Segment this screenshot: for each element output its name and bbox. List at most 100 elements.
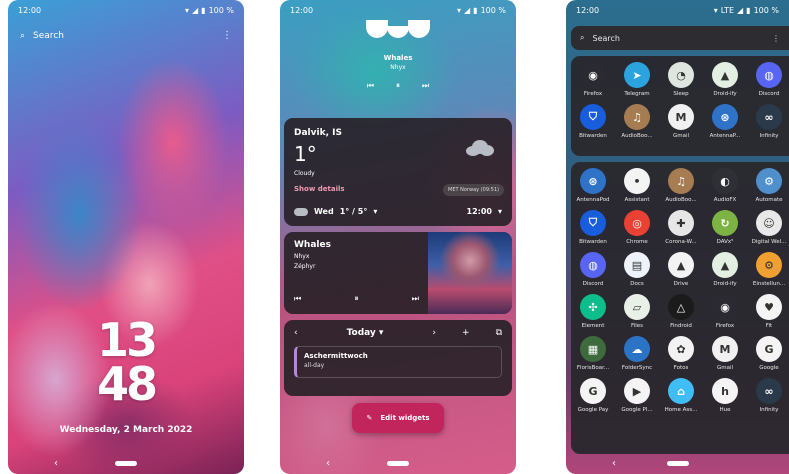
app-tile[interactable]: ◎ Chrome bbox=[615, 210, 659, 245]
app-label: Sleep bbox=[673, 91, 689, 97]
app-tile[interactable]: ▲ Droid-ify bbox=[703, 62, 747, 97]
chevron-down-icon[interactable]: ▾ bbox=[498, 207, 502, 216]
app-tile[interactable]: △ Findroid bbox=[659, 294, 703, 329]
weather-widget[interactable]: Dalvik, IS 1° Cloudy Show details MET No… bbox=[284, 118, 512, 226]
home-handle[interactable] bbox=[666, 460, 689, 466]
back-icon[interactable]: ‹ bbox=[54, 458, 58, 469]
chevron-right-icon[interactable]: › bbox=[432, 328, 436, 338]
home-handle[interactable] bbox=[387, 460, 409, 466]
clock-widget[interactable]: 13 48 bbox=[8, 313, 244, 411]
calendar-event[interactable]: Aschermittwoch all-day bbox=[294, 346, 502, 378]
more-menu-icon[interactable]: ⋮ bbox=[772, 34, 780, 43]
app-tile[interactable]: • Assistant bbox=[615, 168, 659, 203]
app-tile[interactable]: ∞ Infinity bbox=[747, 104, 789, 139]
app-tile[interactable]: h Hue bbox=[703, 378, 747, 413]
search-icon: ⌕ bbox=[580, 33, 585, 42]
app-tile[interactable]: ◉ Firefox bbox=[571, 62, 615, 97]
pause-icon[interactable]: ⏸ bbox=[396, 81, 400, 91]
app-tile[interactable]: ◍ Discord bbox=[747, 62, 789, 97]
gmail-icon: M bbox=[668, 104, 694, 130]
back-icon[interactable]: ‹ bbox=[612, 458, 616, 469]
app-label: Gmail bbox=[716, 365, 734, 371]
app-tile[interactable]: ⛉ Bitwarden bbox=[571, 210, 615, 245]
app-tile[interactable]: ♫ AudioBoo... bbox=[615, 104, 659, 139]
search-placeholder: Search bbox=[33, 30, 64, 41]
battery-icon: ▮ bbox=[473, 5, 478, 15]
app-tile[interactable]: ♫ AudioBoo... bbox=[659, 168, 703, 203]
app-tile[interactable]: ∞ Infinity bbox=[747, 378, 789, 413]
chevron-down-icon[interactable]: ▾ bbox=[373, 207, 377, 216]
bitwarden-icon: ⛉ bbox=[580, 210, 606, 236]
all-apps-panel: ⊛ AntennaPod • Assistant ♫ AudioBoo... ◐ AudioF… bbox=[571, 162, 789, 454]
app-tile[interactable]: ▱ Files bbox=[615, 294, 659, 329]
app-tile[interactable]: G Google bbox=[747, 336, 789, 371]
add-icon[interactable]: + bbox=[462, 328, 470, 338]
home-screen: 12:00 ▾ ◢ ▮ 100 % ⌕ Search ⋮ 13 48 Wedne… bbox=[8, 0, 244, 474]
status-bar: 12:00 ▾ ◢ ▮ 100 % bbox=[8, 0, 244, 20]
google-pay-icon: G bbox=[580, 378, 606, 404]
app-tile[interactable]: ⊛ AntennaP... bbox=[703, 104, 747, 139]
app-tile[interactable]: ✿ Fotos bbox=[659, 336, 703, 371]
app-tile[interactable]: M Gmail bbox=[659, 104, 703, 139]
app-tile[interactable]: ➤ Telegram bbox=[615, 62, 659, 97]
app-tile[interactable]: G Google Pay bbox=[571, 378, 615, 413]
app-search-bar[interactable]: ⌕ Search ⋮ bbox=[571, 26, 789, 50]
chrome-icon: ◎ bbox=[624, 210, 650, 236]
edit-widgets-button[interactable]: ✎ Edit widgets bbox=[352, 403, 444, 433]
home-handle[interactable] bbox=[115, 460, 137, 466]
app-tile[interactable]: ▦ FlorisBoar... bbox=[571, 336, 615, 371]
app-tile[interactable]: ♥ Fit bbox=[747, 294, 789, 329]
app-tile[interactable]: ⊛ AntennaPod bbox=[571, 168, 615, 203]
clock-minutes: 48 bbox=[96, 357, 158, 411]
app-tile[interactable]: ↻ DAVx⁵ bbox=[703, 210, 747, 245]
next-icon[interactable]: ⏭ bbox=[412, 294, 419, 304]
calendar-widget[interactable]: ‹ Today ▾ › + ⧉ Aschermittwoch all-day bbox=[284, 320, 512, 396]
app-tile[interactable]: ✚ Corona-W... bbox=[659, 210, 703, 245]
app-tile[interactable]: ⚙ Einstellun... bbox=[747, 252, 789, 287]
date-label: Wednesday, 2 March 2022 bbox=[59, 425, 193, 435]
pause-icon[interactable]: ⏸ bbox=[355, 294, 359, 304]
music-widget[interactable]: Whales Nhyx Zéphyr ⏮ ⏸ ⏭ bbox=[284, 232, 512, 314]
signal-icon: ◢ bbox=[464, 5, 471, 15]
pencil-icon: ✎ bbox=[366, 414, 373, 422]
forecast-time[interactable]: 12:00 bbox=[467, 207, 492, 216]
app-tile[interactable]: ⌂ Home Ass... bbox=[659, 378, 703, 413]
back-icon[interactable]: ‹ bbox=[326, 458, 330, 469]
app-tile[interactable]: ☺ Digital Wel... bbox=[747, 210, 789, 245]
open-external-icon[interactable]: ⧉ bbox=[496, 328, 502, 338]
app-tile[interactable]: ⛉ Bitwarden bbox=[571, 104, 615, 139]
more-menu-icon[interactable]: ⋮ bbox=[222, 30, 232, 41]
previous-icon[interactable]: ⏮ bbox=[294, 294, 301, 304]
search-bar[interactable]: ⌕ Search ⋮ bbox=[20, 30, 232, 41]
app-label: Chrome bbox=[626, 239, 648, 245]
status-bar: 12:00 ▾ LTE ◢ ▮ 100 % bbox=[566, 0, 789, 20]
app-label: AntennaPod bbox=[576, 197, 610, 203]
app-tile[interactable]: ⚙ Automate bbox=[747, 168, 789, 203]
app-tile[interactable]: M Gmail bbox=[703, 336, 747, 371]
app-tile[interactable]: ◐ AudioFX bbox=[703, 168, 747, 203]
calendar-view-selector[interactable]: Today ▾ bbox=[347, 328, 384, 338]
app-tile[interactable]: ☁ FolderSync bbox=[615, 336, 659, 371]
chevron-left-icon[interactable]: ‹ bbox=[294, 328, 298, 338]
app-tile[interactable]: ▶ Google Pl... bbox=[615, 378, 659, 413]
app-tile[interactable]: ◔ Sleep bbox=[659, 62, 703, 97]
app-tile[interactable]: ◍ Discord bbox=[571, 252, 615, 287]
docs-icon: ▤ bbox=[624, 252, 650, 278]
app-label: Gmail bbox=[672, 133, 690, 139]
app-tile[interactable]: ▲ Droid-ify bbox=[703, 252, 747, 287]
app-tile[interactable]: ◉ Firefox bbox=[703, 294, 747, 329]
app-tile[interactable]: ▲ Drive bbox=[659, 252, 703, 287]
search-placeholder: Search bbox=[592, 33, 620, 43]
previous-icon[interactable]: ⏮ bbox=[367, 81, 374, 91]
wifi-icon: ▾ bbox=[185, 5, 190, 15]
next-icon[interactable]: ⏭ bbox=[422, 81, 429, 91]
antennapod-icon: ⊛ bbox=[580, 168, 606, 194]
forecast-range[interactable]: 1° / 5° bbox=[340, 207, 368, 216]
edit-widgets-label: Edit widgets bbox=[380, 414, 430, 422]
clock-hours: 13 bbox=[96, 313, 158, 367]
widgets-screen: 12:00 ▾ ◢ ▮ 100 % Whales Nhyx ⏮ ⏸ ⏭ Dalv… bbox=[280, 0, 516, 474]
status-battery: 100 % bbox=[480, 5, 506, 15]
app-tile[interactable]: ▤ Docs bbox=[615, 252, 659, 287]
findroid-icon: △ bbox=[668, 294, 694, 320]
app-tile[interactable]: ✣ Element bbox=[571, 294, 615, 329]
